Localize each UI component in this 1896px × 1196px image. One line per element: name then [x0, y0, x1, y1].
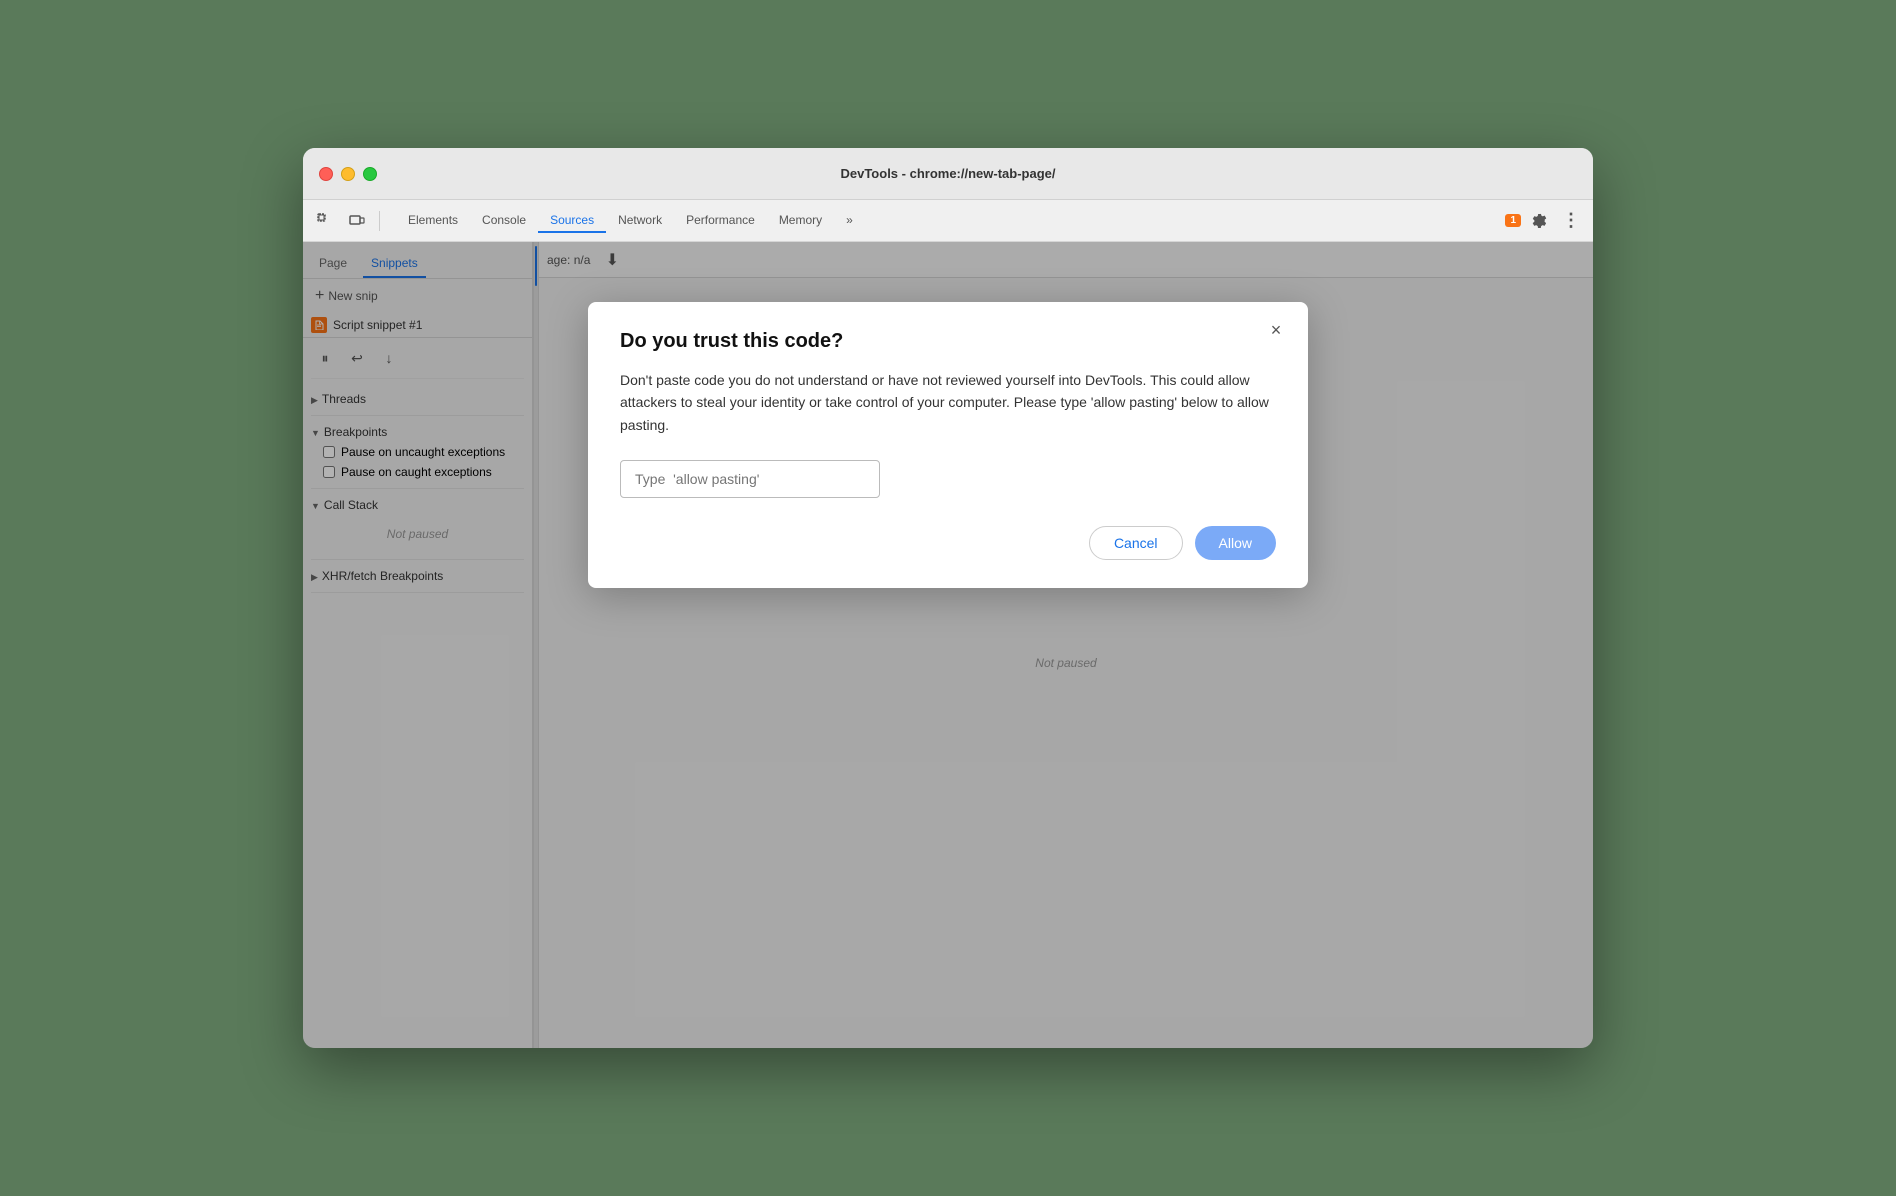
inspector-icon[interactable]: [311, 207, 339, 235]
toolbar-right: 1 ⋮: [1505, 207, 1585, 235]
trust-code-modal: × Do you trust this code? Don't paste co…: [588, 302, 1308, 588]
modal-close-button[interactable]: ×: [1264, 318, 1288, 342]
tab-memory[interactable]: Memory: [767, 209, 834, 233]
devtools-tabs: Elements Console Sources Network Perform…: [396, 209, 865, 233]
tab-console[interactable]: Console: [470, 209, 538, 233]
responsive-icon[interactable]: [343, 207, 371, 235]
modal-actions: Cancel Allow: [620, 526, 1276, 560]
devtools-panels: Page Snippets + New snip: [303, 242, 1593, 1048]
fullscreen-button[interactable]: [363, 167, 377, 181]
allow-pasting-input[interactable]: [620, 460, 880, 498]
tab-sources[interactable]: Sources: [538, 209, 606, 233]
settings-icon[interactable]: [1525, 207, 1553, 235]
modal-title: Do you trust this code?: [620, 330, 1276, 353]
modal-overlay: × Do you trust this code? Don't paste co…: [303, 242, 1593, 1048]
cancel-button[interactable]: Cancel: [1089, 526, 1183, 560]
allow-button[interactable]: Allow: [1195, 526, 1276, 560]
devtools-window: DevTools - chrome://new-tab-page/ Elemen…: [303, 148, 1593, 1048]
tab-more[interactable]: »: [834, 209, 865, 233]
modal-body: Don't paste code you do not understand o…: [620, 369, 1276, 436]
minimize-button[interactable]: [341, 167, 355, 181]
window-controls: [319, 167, 377, 181]
more-options-icon[interactable]: ⋮: [1557, 207, 1585, 235]
window-title: DevTools - chrome://new-tab-page/: [840, 166, 1055, 181]
titlebar: DevTools - chrome://new-tab-page/: [303, 148, 1593, 200]
notification-badge: 1: [1505, 214, 1521, 227]
devtools-toolbar: Elements Console Sources Network Perform…: [303, 200, 1593, 242]
tab-network[interactable]: Network: [606, 209, 674, 233]
close-button[interactable]: [319, 167, 333, 181]
close-icon: ×: [1271, 320, 1282, 341]
tab-performance[interactable]: Performance: [674, 209, 767, 233]
tab-elements[interactable]: Elements: [396, 209, 470, 233]
toolbar-separator-1: [379, 211, 380, 231]
